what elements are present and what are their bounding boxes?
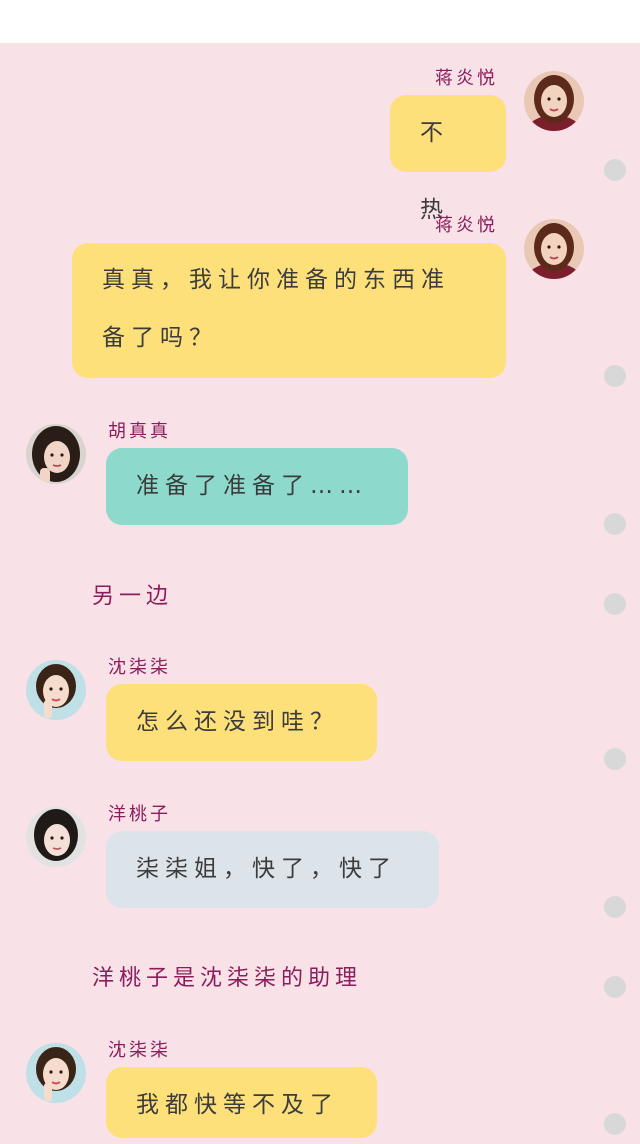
message-text: 我都快等不及了 — [136, 1092, 339, 1118]
sender-name: 胡真真 — [108, 421, 171, 442]
avatar-shen-qiqi[interactable] — [26, 660, 86, 720]
sender-name: 蒋炎悦 — [435, 68, 498, 89]
message-bubble[interactable]: 真真，我让你准备的东西准 备了吗？ — [72, 243, 506, 378]
avatar-shen-qiqi[interactable] — [26, 1043, 86, 1103]
scroll-dot — [604, 976, 626, 998]
message-text-line: 真真，我让你准备的东西准 — [102, 267, 450, 293]
scroll-dot — [604, 159, 626, 181]
sender-name: 蒋炎悦 — [435, 215, 498, 236]
scroll-dot — [604, 593, 626, 615]
message-text: 柒柒姐，快了，快了 — [136, 856, 397, 882]
scroll-dot — [604, 365, 626, 387]
sender-name: 沈柒柒 — [108, 1040, 171, 1061]
message-bubble[interactable]: 怎么还没到哇？ — [106, 684, 377, 761]
avatar-jiang-yanyue[interactable] — [524, 71, 584, 131]
avatar-hu-zhenzhen[interactable] — [26, 424, 86, 484]
message-bubble[interactable]: 不热 — [390, 95, 506, 223]
scroll-dot — [604, 748, 626, 770]
avatar-jiang-yanyue[interactable] — [524, 219, 584, 279]
message-bubble[interactable]: 准备了准备了…… — [106, 448, 408, 525]
narration-text: 洋桃子是沈柒柒的助理 — [92, 966, 363, 991]
message-text-line: 备了吗？ — [102, 325, 218, 351]
sender-name: 沈柒柒 — [108, 657, 171, 678]
top-bar — [0, 0, 640, 43]
message-bubble[interactable]: 柒柒姐，快了，快了 — [106, 831, 439, 908]
message-text: 准备了准备了…… — [136, 473, 368, 499]
scroll-dot — [604, 513, 626, 535]
sender-name: 洋桃子 — [108, 804, 171, 825]
avatar-yang-taozi[interactable] — [26, 807, 86, 867]
scroll-dot — [604, 896, 626, 918]
message-text: 怎么还没到哇？ — [136, 709, 339, 735]
scroll-dot — [604, 1113, 626, 1135]
narration-text: 另一边 — [92, 584, 174, 609]
message-text: 不热 — [420, 120, 449, 223]
message-bubble[interactable]: 我都快等不及了 — [106, 1067, 377, 1138]
